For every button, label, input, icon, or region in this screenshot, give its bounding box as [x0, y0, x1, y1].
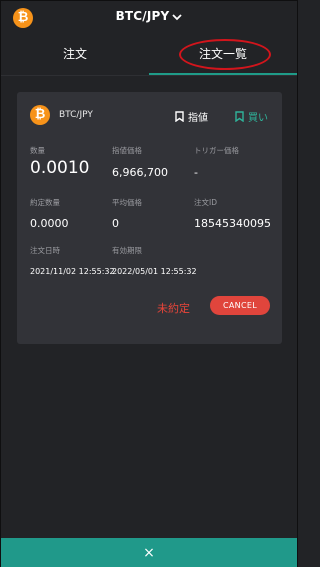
quantity-value: 0.0010: [30, 158, 90, 178]
expiry-label: 有効期限: [112, 246, 142, 255]
order-id-label: 注文ID: [194, 198, 217, 207]
order-type-label: 指値: [188, 113, 208, 124]
bookmark-icon: [175, 111, 184, 122]
order-id-value: 18545340095: [194, 217, 271, 230]
order-status: 未約定: [157, 302, 190, 315]
limit-price-label: 指値価格: [112, 146, 142, 155]
divider: [1, 75, 297, 76]
avg-price-label: 平均価格: [112, 198, 142, 207]
trigger-price-label: トリガー価格: [194, 146, 239, 155]
filled-qty-label: 約定数量: [30, 198, 60, 207]
annotation-circle: [179, 39, 271, 70]
order-card: ₿ BTC/JPY 指値 買い 数量 0.0010 指値価格 6,966,700…: [17, 92, 282, 344]
trigger-price-value: -: [194, 166, 198, 179]
limit-price-value: 6,966,700: [112, 166, 168, 179]
quantity-label: 数量: [30, 146, 45, 155]
chevron-down-icon: [172, 10, 183, 24]
top-header: ₿ BTC/JPY: [1, 1, 297, 35]
tab-order[interactable]: 注文: [1, 35, 149, 75]
order-side-label: 買い: [248, 113, 268, 124]
filled-qty-value: 0.0000: [30, 217, 69, 230]
close-button[interactable]: ×: [1, 538, 297, 567]
bookmark-icon: [235, 111, 244, 122]
bitcoin-icon: ₿: [30, 105, 50, 125]
cancel-button[interactable]: CANCEL: [210, 296, 270, 315]
avg-price-value: 0: [112, 217, 119, 230]
order-pair: BTC/JPY: [59, 110, 93, 120]
close-icon: ×: [143, 545, 155, 561]
pair-selector[interactable]: BTC/JPY: [1, 9, 297, 24]
order-side-badge: 買い: [235, 109, 268, 124]
order-time-label: 注文日時: [30, 246, 60, 255]
pair-label: BTC/JPY: [115, 9, 170, 23]
expiry-value: 2022/05/01 12:55:32: [112, 267, 197, 276]
order-type-badge: 指値: [175, 109, 208, 124]
order-time-value: 2021/11/02 12:55:32: [30, 267, 115, 276]
tab-bar: 注文 注文一覧: [1, 35, 297, 75]
